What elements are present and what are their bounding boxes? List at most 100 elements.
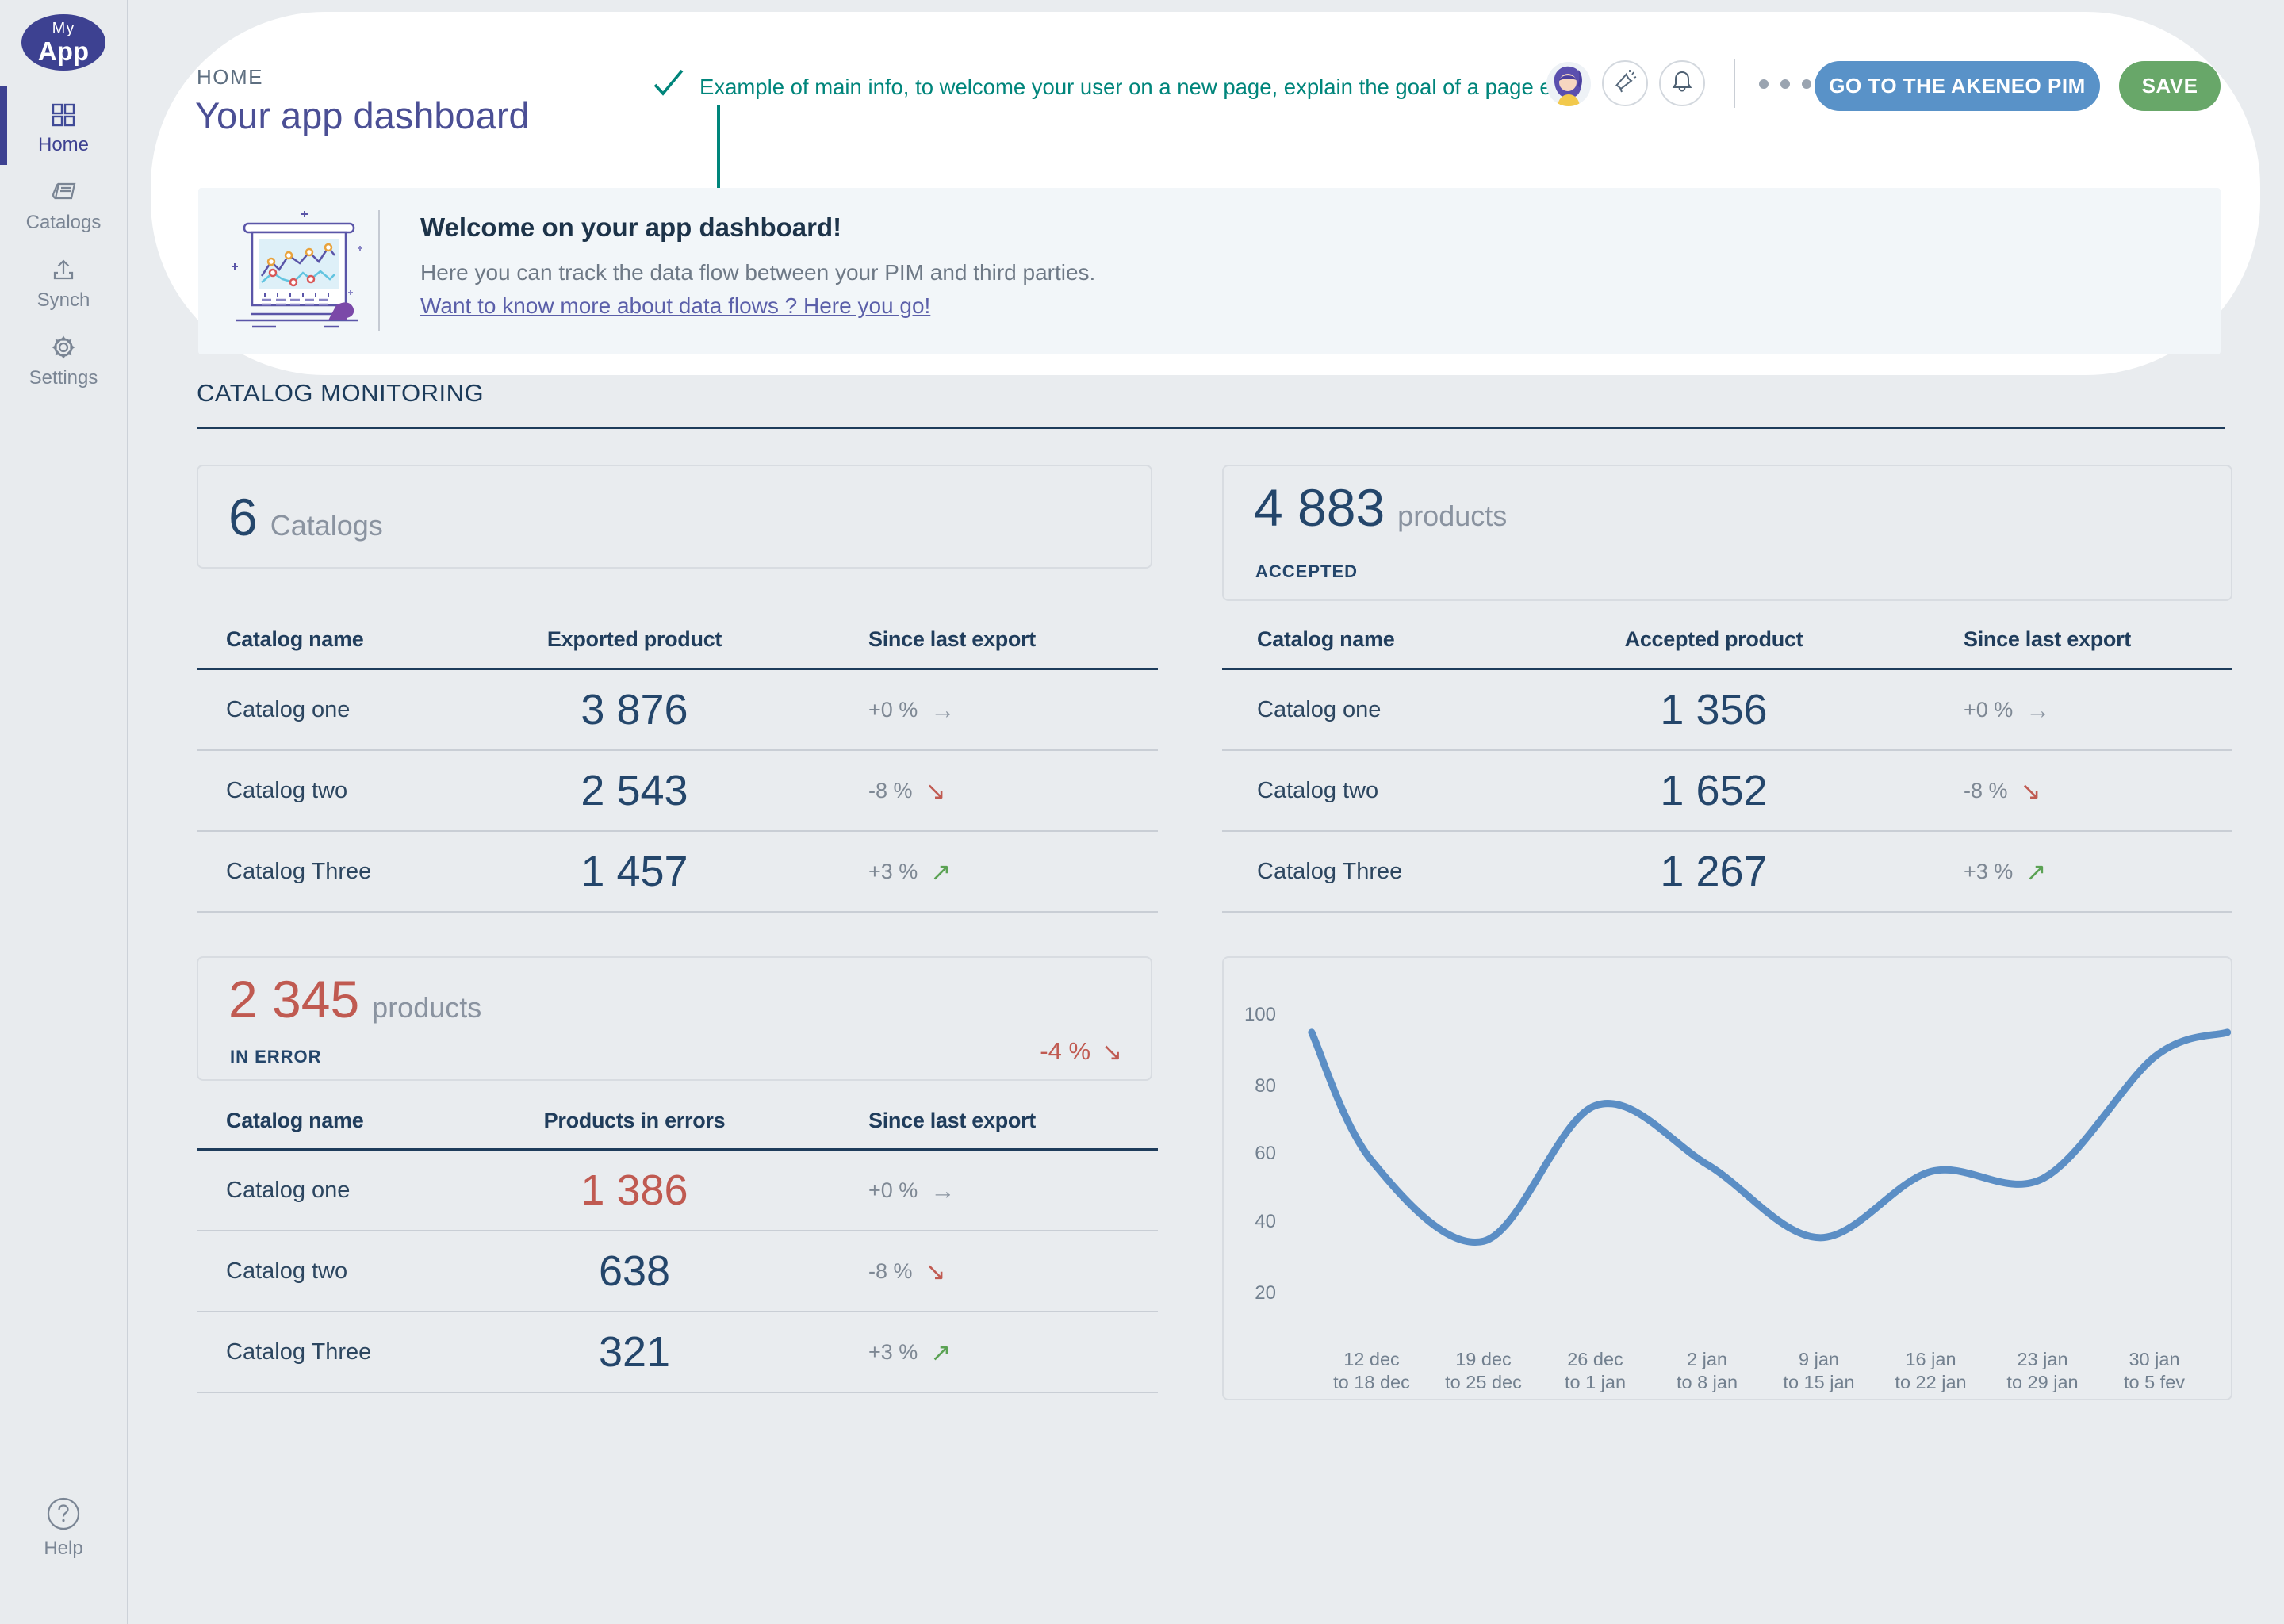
table-row: Catalog one 1 356 +0 % → [1222, 670, 2232, 751]
sidebar-item-settings[interactable]: Settings [0, 335, 127, 389]
accepted-products-card: 4 883 products ACCEPTED [1222, 465, 2232, 601]
banner-title: Welcome on your app dashboard! [420, 213, 841, 243]
catalog-value: 1 457 [458, 847, 811, 896]
trend-flat-icon: → [2025, 698, 2050, 722]
more-options-icon[interactable] [1759, 79, 1811, 89]
catalog-value: 1 267 [1539, 847, 1888, 896]
annotation-text: Example of main info, to welcome your us… [699, 75, 1575, 100]
trend-text: -8 % [1964, 779, 2008, 803]
save-button[interactable]: SAVE [2119, 61, 2221, 111]
accepted-count: 4 883 [1254, 477, 1385, 538]
table-row: Catalog Three 1 457 +3 % ↗ [197, 832, 1158, 913]
table-row: Catalog Three 321 +3 % ↗ [197, 1312, 1158, 1393]
trend-down-icon: ↘ [925, 1259, 946, 1284]
table-header-row: Catalog name Accepted product Since last… [1222, 611, 2232, 670]
x-axis-tick: 9 janto 15 jan [1763, 1348, 1875, 1394]
catalog-trend: -8 % ↘ [1888, 779, 2232, 803]
home-icon [52, 103, 75, 127]
x-axis-tick: 16 janto 22 jan [1875, 1348, 1987, 1394]
help-icon [47, 1497, 80, 1530]
sidebar-item-label: Catalogs [26, 212, 102, 234]
table-row: Catalog two 638 -8 % ↘ [197, 1231, 1158, 1312]
products-line-chart: 100 80 60 40 20 12 decto 18 dec 19 decto… [1222, 956, 2232, 1400]
trend-text: +3 % [868, 1340, 918, 1365]
catalog-trend: +3 % ↗ [811, 860, 1158, 884]
table-row: Catalog two 2 543 -8 % ↘ [197, 751, 1158, 832]
column-header: Catalog name [1222, 627, 1539, 652]
exported-products-table: Catalog name Exported product Since last… [197, 611, 1158, 913]
column-header: Since last export [811, 627, 1158, 652]
catalog-name: Catalog one [1222, 697, 1539, 723]
x-axis-tick: 19 decto 25 dec [1428, 1348, 1539, 1394]
error-products-card: 2 345 products IN ERROR -4 % ↘ [197, 956, 1152, 1081]
catalog-trend: +3 % ↗ [1888, 860, 2232, 884]
error-products-table: Catalog name Products in errors Since la… [197, 1093, 1158, 1393]
column-header: Catalog name [197, 627, 458, 652]
y-axis-tick: 100 [1230, 1004, 1276, 1026]
column-header: Since last export [1888, 627, 2232, 652]
catalog-name: Catalog Three [197, 1339, 458, 1365]
go-to-pim-button[interactable]: GO TO THE AKENEO PIM [1815, 61, 2100, 111]
column-header: Exported product [458, 627, 811, 652]
x-axis-tick: 26 decto 1 jan [1539, 1348, 1651, 1394]
catalog-name: Catalog Three [197, 859, 458, 885]
catalog-trend: +0 % → [1888, 698, 2232, 722]
catalog-trend: +3 % ↗ [811, 1340, 1158, 1365]
trend-up-icon: ↗ [930, 860, 951, 884]
sidebar: My App Home Catalogs [0, 0, 128, 1624]
catalog-trend: -8 % ↘ [811, 779, 1158, 803]
trend-text: +0 % [868, 1178, 918, 1203]
catalog-name: Catalog Three [1222, 859, 1539, 885]
sidebar-item-catalogs[interactable]: Catalogs [0, 179, 127, 234]
sidebar-item-label: Home [38, 134, 89, 156]
header-divider [1734, 59, 1735, 108]
trend-up-icon: ↗ [2025, 860, 2046, 884]
app-logo[interactable]: My App [21, 14, 105, 71]
table-header-row: Catalog name Exported product Since last… [197, 611, 1158, 670]
catalog-trend: -8 % ↘ [811, 1259, 1158, 1284]
user-avatar[interactable] [1546, 62, 1591, 106]
y-axis-tick: 20 [1230, 1282, 1276, 1304]
data-flows-link[interactable]: Want to know more about data flows ? Her… [420, 293, 930, 319]
error-trend-text: -4 % [1040, 1037, 1090, 1066]
gear-icon [51, 335, 76, 360]
trend-flat-icon: → [930, 698, 955, 722]
announcements-button[interactable] [1602, 60, 1648, 106]
y-axis-tick: 40 [1230, 1211, 1276, 1233]
column-header: Catalog name [197, 1109, 458, 1133]
trend-up-icon: ↗ [930, 1340, 951, 1365]
x-axis-labels: 12 decto 18 dec 19 decto 25 dec 26 decto… [1316, 1348, 2210, 1394]
app-dashboard-page: My App Home Catalogs [0, 0, 2284, 1624]
breadcrumb[interactable]: HOME [197, 65, 263, 90]
catalog-value: 3 876 [458, 685, 811, 734]
trend-text: -8 % [868, 1259, 913, 1284]
table-row: Catalog Three 1 267 +3 % ↗ [1222, 832, 2232, 913]
catalog-value: 638 [458, 1247, 811, 1296]
catalog-name: Catalog one [197, 697, 458, 723]
catalog-value: 1 652 [1539, 766, 1888, 815]
megaphone-icon [1612, 69, 1638, 98]
dashboard-illustration [228, 203, 368, 340]
sidebar-item-label: Help [44, 1538, 82, 1560]
trend-text: +3 % [1964, 860, 2013, 884]
catalog-value: 1 356 [1539, 685, 1888, 734]
logo-text-top: My [52, 21, 75, 36]
x-axis-tick: 23 janto 29 jan [1987, 1348, 2098, 1394]
trend-text: +0 % [868, 698, 918, 722]
sidebar-item-home[interactable]: Home [0, 103, 127, 156]
accepted-count-label: products [1397, 500, 1507, 533]
table-row: Catalog two 1 652 -8 % ↘ [1222, 751, 2232, 832]
trend-text: +0 % [1964, 698, 2013, 722]
catalog-name: Catalog two [1222, 778, 1539, 804]
notifications-button[interactable] [1659, 60, 1705, 106]
trend-down-icon: ↘ [1102, 1040, 1122, 1064]
catalog-name: Catalog two [197, 778, 458, 804]
sidebar-item-help[interactable]: Help [0, 1497, 127, 1560]
trend-down-icon: ↘ [2021, 779, 2041, 803]
sidebar-item-synch[interactable]: Synch [0, 257, 127, 312]
logo-text-bottom: App [38, 38, 89, 64]
trend-text: +3 % [868, 860, 918, 884]
x-axis-tick: 12 decto 18 dec [1316, 1348, 1428, 1394]
error-status-label: IN ERROR [230, 1047, 322, 1067]
catalogs-count-card: 6 Catalogs [197, 465, 1152, 569]
